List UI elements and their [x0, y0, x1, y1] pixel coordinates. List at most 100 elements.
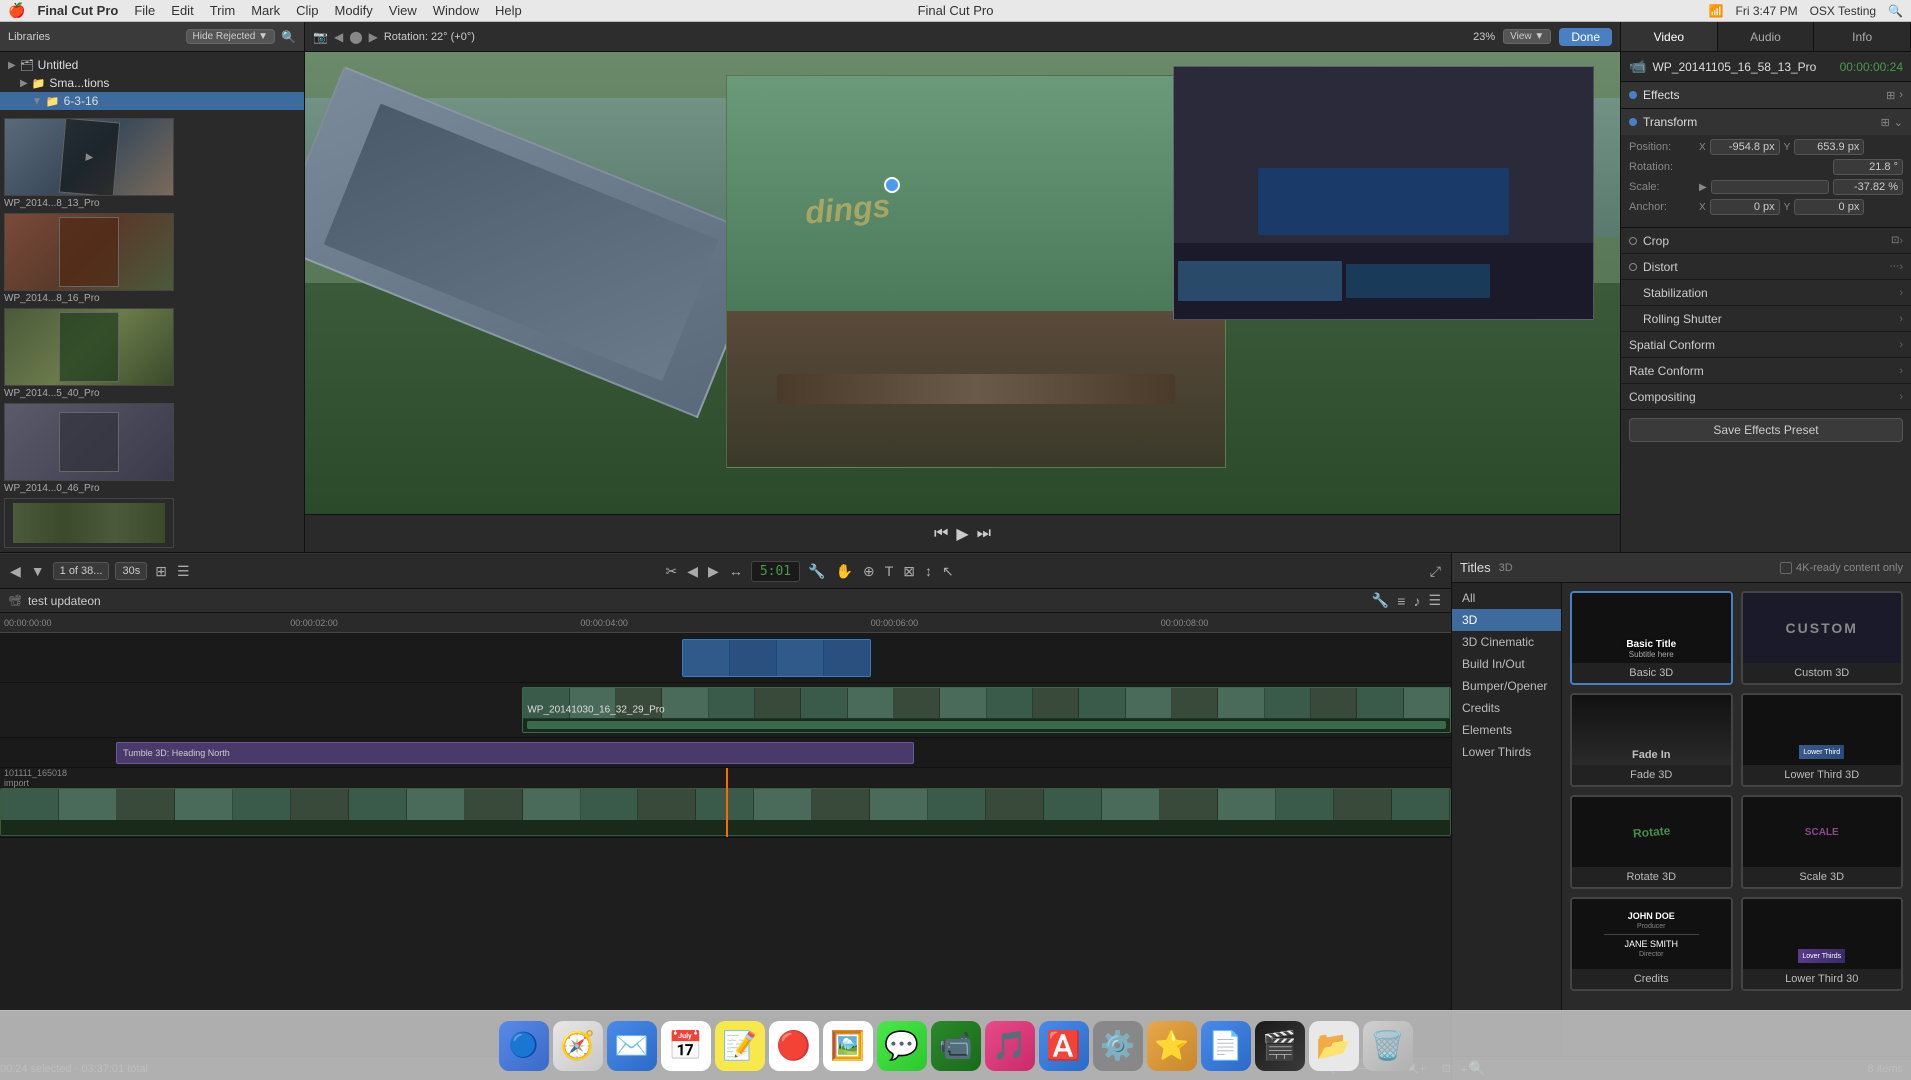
search-menubar-icon[interactable]: 🔍 — [1888, 4, 1903, 18]
mark-menu[interactable]: Mark — [251, 3, 280, 18]
range-tool[interactable]: ↕ — [923, 561, 934, 581]
hand-tool[interactable]: ✋ — [834, 561, 855, 582]
title-card-credits[interactable]: JOHN DOE Producer JANE SMITH Director Cr… — [1570, 897, 1733, 991]
rolling-shutter-row[interactable]: Rolling Shutter › — [1621, 306, 1911, 332]
effects-grid-icon[interactable]: ⊞ — [1886, 89, 1895, 102]
blue-clip-1[interactable] — [682, 639, 871, 677]
transform-chevron-icon[interactable]: ⌄ — [1894, 116, 1903, 129]
clip-item-3[interactable]: WP_2014...0_46_Pro — [4, 403, 300, 496]
toolbar-back-btn[interactable]: ◀ — [8, 561, 23, 582]
inspector-tab-audio[interactable]: Audio — [1718, 22, 1815, 51]
blade-tool[interactable]: ✂ — [664, 561, 680, 582]
anchor-y-input[interactable] — [1794, 199, 1864, 215]
edit-menu[interactable]: Edit — [171, 3, 193, 18]
dock-fcp[interactable]: 🎬 — [1255, 1021, 1305, 1071]
dock-calendar[interactable]: 📅 — [661, 1021, 711, 1071]
save-effects-preset-button[interactable]: Save Effects Preset — [1629, 418, 1903, 442]
title-card-fade-3d[interactable]: Fade In Fade 3D — [1570, 693, 1733, 787]
library-item-untitled[interactable]: ▶ 🗂 Untitled — [0, 56, 304, 74]
transport-go-end[interactable]: ⏭ — [977, 525, 991, 543]
dock-itunes[interactable]: 🎵 — [985, 1021, 1035, 1071]
clip-menu[interactable]: Clip — [296, 3, 318, 18]
clip-count-btn[interactable]: 1 of 38... — [53, 562, 110, 580]
dock-reeder[interactable]: ⭐ — [1147, 1021, 1197, 1071]
position-tool[interactable]: ⊕ — [861, 561, 877, 582]
timeline-settings[interactable]: 🔧 — [1370, 590, 1391, 611]
title-card-lower-third-3d[interactable]: Lower Third Lower Third 3D — [1741, 693, 1904, 787]
dock-trash[interactable]: 🗑️ — [1363, 1021, 1413, 1071]
window-menu[interactable]: Window — [433, 3, 479, 18]
zoom-tool[interactable]: 🔧 — [806, 561, 827, 582]
transport-play[interactable]: ▶ — [956, 524, 968, 544]
library-search-icon[interactable]: 🔍 — [281, 30, 296, 44]
dock-system-prefs[interactable]: ⚙️ — [1093, 1021, 1143, 1071]
transport-go-start[interactable]: ⏮ — [934, 525, 948, 543]
help-menu[interactable]: Help — [495, 3, 522, 18]
distort-row[interactable]: Distort ⋯ › — [1621, 254, 1911, 280]
scale-input[interactable] — [1833, 179, 1903, 195]
effects-header[interactable]: Effects ⊞ › — [1621, 82, 1911, 108]
view-menu[interactable]: View — [389, 3, 417, 18]
transform-header[interactable]: Transform ⊞ ⌄ — [1621, 109, 1911, 135]
dock-safari[interactable]: 🧭 — [553, 1021, 603, 1071]
clip-item-1[interactable]: WP_2014...8_16_Pro — [4, 213, 300, 306]
done-button[interactable]: Done — [1559, 28, 1612, 46]
cat-bumper-opener[interactable]: Bumper/Opener — [1452, 675, 1561, 697]
main-video-clip[interactable]: WP_20141030_16_32_29_Pro — [522, 687, 1451, 733]
view-button[interactable]: View ▼ — [1503, 29, 1551, 44]
dock-notes[interactable]: 📝 — [715, 1021, 765, 1071]
library-item-6-3-16[interactable]: ▼ 📁 6-3-16 — [0, 92, 304, 110]
dock-appstore[interactable]: 🅰️ — [1039, 1021, 1089, 1071]
title-card-basic-3d[interactable]: Basic Title Subtitle here Basic 3D — [1570, 591, 1733, 685]
position-x-input[interactable] — [1710, 139, 1780, 155]
select-tool[interactable]: ↔ — [727, 561, 745, 581]
dock-word[interactable]: 📄 — [1201, 1021, 1251, 1071]
anchor-x-input[interactable] — [1710, 199, 1780, 215]
effects-chevron-icon[interactable]: › — [1899, 89, 1903, 102]
inspector-tab-info[interactable]: Info — [1814, 22, 1911, 51]
rotation-input[interactable] — [1833, 159, 1903, 175]
duration-btn[interactable]: 30s — [115, 562, 147, 580]
timeline-index[interactable]: ☰ — [1426, 590, 1443, 611]
file-menu[interactable]: File — [134, 3, 155, 18]
compositing-row[interactable]: Compositing › — [1621, 384, 1911, 410]
modify-menu[interactable]: Modify — [335, 3, 373, 18]
purple-clip[interactable]: Tumble 3D: Heading North — [116, 742, 914, 764]
crop-row[interactable]: Crop ⊡ › — [1621, 228, 1911, 254]
timeline-clip-height[interactable]: ≡ — [1395, 591, 1407, 611]
rate-conform-row[interactable]: Rate Conform › — [1621, 358, 1911, 384]
blade-tool-2[interactable]: ⊠ — [901, 561, 917, 582]
toolbar-down-btn[interactable]: ▼ — [29, 561, 47, 581]
viewer-arrow-left[interactable]: ◀ — [334, 30, 343, 44]
cat-elements[interactable]: Elements — [1452, 719, 1561, 741]
toolbar-grid-btn[interactable]: ⊞ — [153, 561, 169, 582]
viewer-arrow-center[interactable]: ⬤ — [349, 30, 362, 44]
cat-lower-thirds[interactable]: Lower Thirds — [1452, 741, 1561, 763]
nudge-right[interactable]: ▶ — [706, 561, 721, 582]
viewer-arrow-right[interactable]: ▶ — [369, 30, 378, 44]
dock-facetime[interactable]: 📹 — [931, 1021, 981, 1071]
title-card-lower-third-30[interactable]: Lover Thirds Lower Third 30 — [1741, 897, 1904, 991]
timeline-audio-lanes[interactable]: ♪ — [1411, 591, 1422, 611]
dock-photos[interactable]: 🖼️ — [823, 1021, 873, 1071]
4k-checkbox[interactable] — [1780, 562, 1792, 574]
cat-build-inout[interactable]: Build In/Out — [1452, 653, 1561, 675]
cat-3d-cinematic[interactable]: 3D Cinematic — [1452, 631, 1561, 653]
title-card-rotate-3d[interactable]: Rotate Rotate 3D — [1570, 795, 1733, 889]
transform-grid-icon[interactable]: ⊞ — [1881, 116, 1890, 129]
cat-all[interactable]: All — [1452, 587, 1561, 609]
trim-menu[interactable]: Trim — [210, 3, 236, 18]
cat-credits[interactable]: Credits — [1452, 697, 1561, 719]
clip-item-0[interactable]: ▶ WP_2014...8_13_Pro — [4, 118, 300, 211]
trim-tool[interactable]: T — [883, 561, 896, 581]
dock-mail[interactable]: ✉️ — [607, 1021, 657, 1071]
toolbar-list-btn[interactable]: ☰ — [175, 561, 192, 582]
nudge-left[interactable]: ◀ — [685, 561, 700, 582]
apple-menu[interactable]: 🍎 — [8, 2, 25, 19]
rotation-handle[interactable] — [884, 177, 900, 193]
clip-item-4[interactable] — [4, 498, 300, 548]
title-card-custom-3d[interactable]: CUSTOM Custom 3D — [1741, 591, 1904, 685]
dock-finder[interactable]: 🔵 — [499, 1021, 549, 1071]
dock-reminders[interactable]: 🔴 — [769, 1021, 819, 1071]
fullscreen-btn[interactable]: ⤢ — [1428, 561, 1443, 582]
